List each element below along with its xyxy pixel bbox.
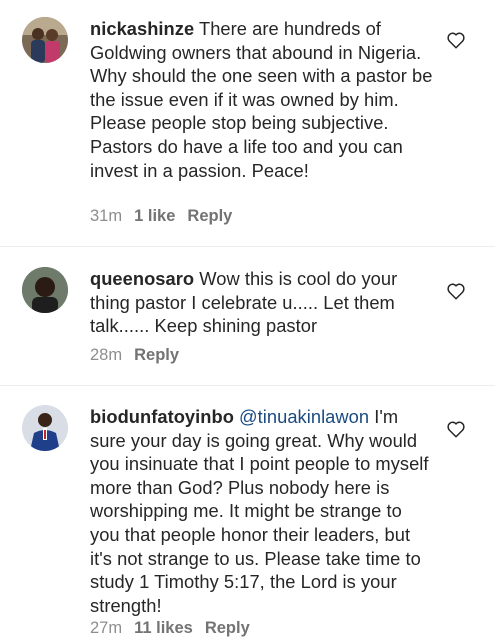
comment-username[interactable]: nickashinze (90, 18, 194, 39)
comment-username[interactable]: queenosaro (90, 268, 194, 289)
comment-time: 31m (90, 207, 123, 225)
reply-button[interactable]: Reply (134, 346, 179, 364)
divider (0, 385, 495, 386)
avatar[interactable] (22, 17, 68, 63)
reply-button[interactable]: Reply (205, 619, 250, 637)
comment-meta: 31m 1 like Reply (90, 207, 244, 226)
comment-body: biodunfatoyinbo @tinuakinlawon I'm sure … (90, 405, 435, 617)
comment-mention[interactable]: @tinuakinlawon (234, 406, 369, 427)
comment-time: 28m (90, 346, 123, 364)
comment-body: queenosaro Wow this is cool do your thin… (90, 267, 435, 338)
comment-meta: 28m Reply (90, 346, 191, 365)
heart-outline-icon[interactable] (446, 420, 466, 438)
comment-time: 27m (90, 619, 123, 637)
heart-outline-icon[interactable] (446, 31, 466, 49)
comment-body: nickashinze There are hundreds of Goldwi… (90, 17, 435, 182)
avatar[interactable] (22, 267, 68, 313)
comment-username[interactable]: biodunfatoyinbo (90, 406, 234, 427)
reply-button[interactable]: Reply (187, 207, 232, 225)
comment-meta: 27m 11 likes Reply (90, 619, 262, 638)
divider (0, 246, 495, 247)
heart-outline-icon[interactable] (446, 282, 466, 300)
comment-likes[interactable]: 1 like (134, 207, 175, 225)
comment-text: There are hundreds of Goldwing owners th… (90, 18, 433, 181)
avatar[interactable] (22, 405, 68, 451)
comment-likes[interactable]: 11 likes (134, 619, 193, 637)
comment-text: I'm sure your day is going great. Why wo… (90, 406, 429, 616)
